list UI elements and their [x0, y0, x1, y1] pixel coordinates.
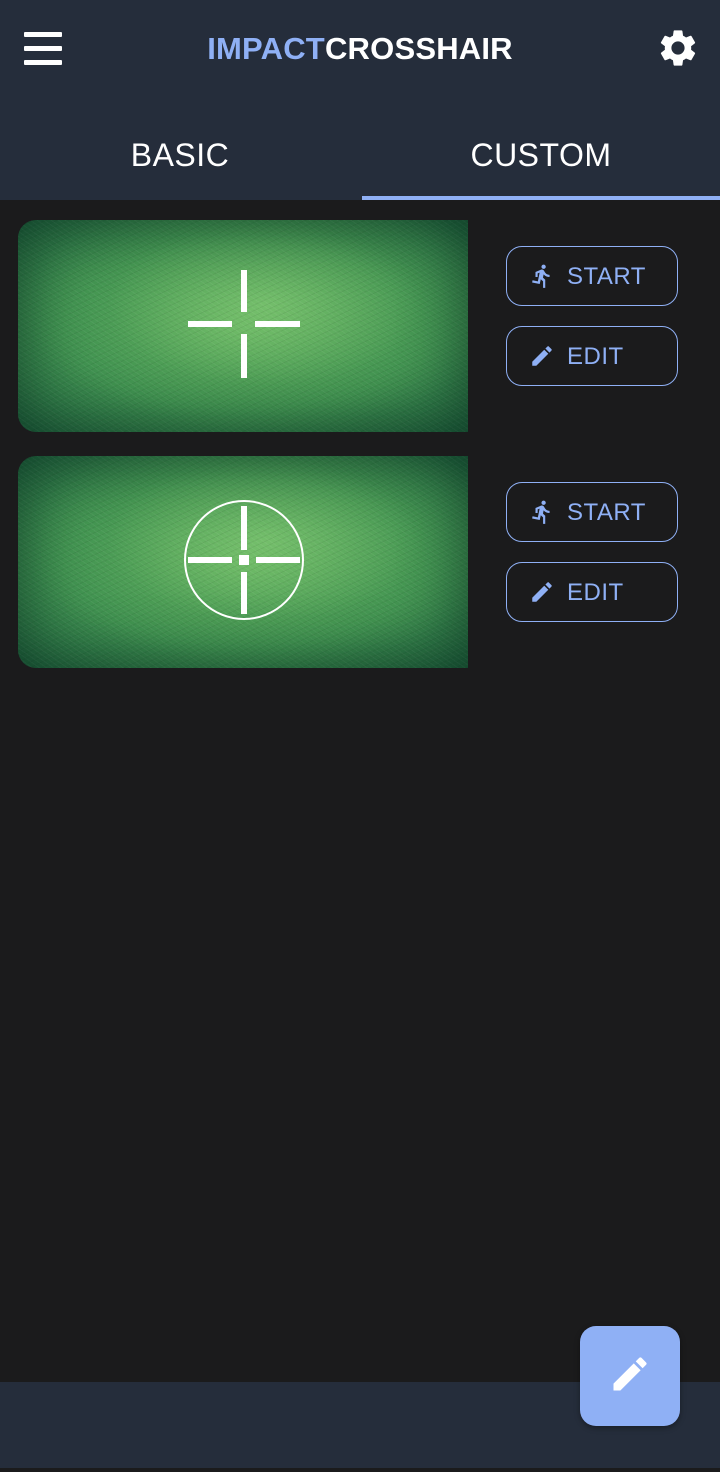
tab-custom[interactable]: CUSTOM [362, 110, 720, 200]
active-tab-indicator [362, 196, 720, 200]
tab-basic[interactable]: BASIC [0, 110, 360, 200]
crosshair-circle-cross-icon [184, 500, 304, 620]
app-title: IMPACTCROSSHAIR [0, 30, 720, 68]
pencil-icon [529, 343, 555, 369]
pencil-icon [529, 579, 555, 605]
create-crosshair-fab[interactable] [580, 1326, 680, 1426]
edit-button[interactable]: EDIT [506, 326, 678, 386]
running-person-icon [529, 499, 555, 525]
app-title-crosshair: CROSSHAIR [324, 31, 513, 66]
crosshair-preview[interactable] [18, 220, 468, 432]
crosshair-card: START EDIT [18, 220, 708, 432]
tab-bar: BASIC CUSTOM [0, 110, 720, 200]
app-root: IMPACTCROSSHAIR BASIC CUSTOM START EDIT … [0, 0, 720, 1472]
pencil-icon [608, 1352, 652, 1401]
start-label: START [567, 499, 646, 526]
app-header: IMPACTCROSSHAIR BASIC CUSTOM [0, 0, 720, 200]
start-button[interactable]: START [506, 482, 678, 542]
gear-icon[interactable] [656, 26, 700, 70]
crosshair-cross-icon [188, 270, 300, 378]
running-person-icon [529, 263, 555, 289]
edit-label: EDIT [567, 343, 624, 370]
edit-button[interactable]: EDIT [506, 562, 678, 622]
app-title-impact: IMPACT [207, 31, 325, 66]
crosshair-preview[interactable] [18, 456, 468, 668]
top-app-bar: IMPACTCROSSHAIR [0, 0, 720, 96]
crosshair-card: START EDIT [18, 456, 708, 668]
start-label: START [567, 263, 646, 290]
edit-label: EDIT [567, 579, 624, 606]
start-button[interactable]: START [506, 246, 678, 306]
